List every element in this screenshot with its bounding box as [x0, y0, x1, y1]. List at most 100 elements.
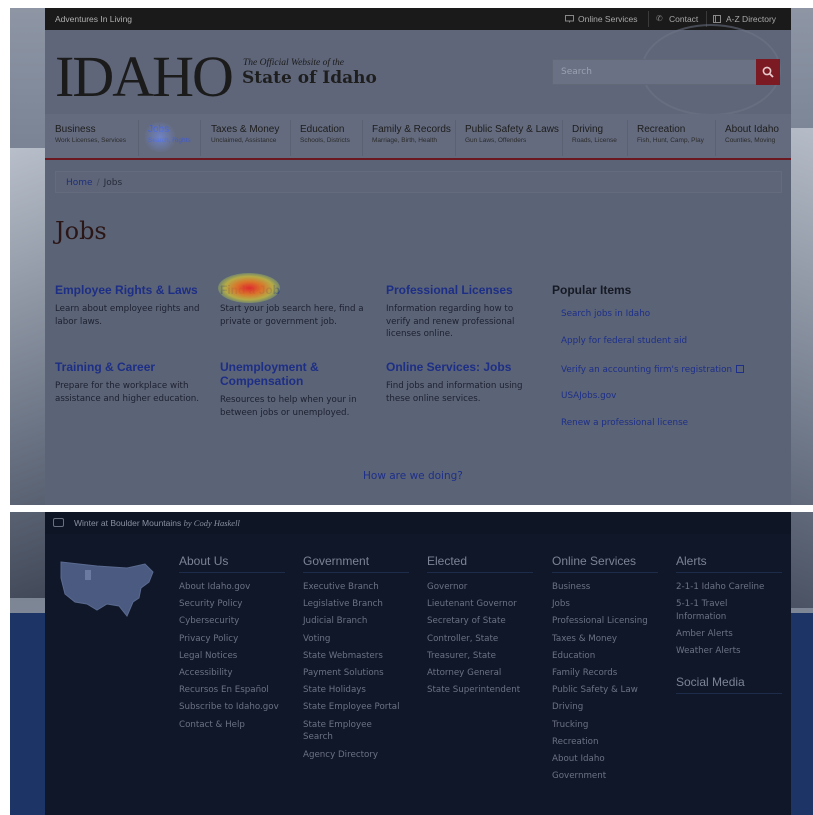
- search-input[interactable]: [553, 60, 733, 84]
- nav-item-taxes[interactable]: Taxes & Money Unclaimed, Assistance: [211, 124, 279, 144]
- popular-link-external[interactable]: Verify an accounting firm's registration: [561, 364, 745, 375]
- footer-link[interactable]: Subscribe to Idaho.gov: [179, 699, 285, 716]
- popular-link[interactable]: USAJobs.gov: [561, 391, 616, 401]
- nav-label: Taxes & Money: [211, 124, 280, 135]
- footer-link[interactable]: Family Records: [552, 665, 658, 682]
- search-icon: [762, 66, 774, 78]
- camera-icon: [53, 518, 64, 527]
- footer-link[interactable]: Taxes & Money: [552, 631, 658, 648]
- divider: [290, 120, 291, 156]
- footer-link[interactable]: Voting: [303, 631, 409, 648]
- footer-link[interactable]: Business: [552, 579, 658, 596]
- nav-label: Education: [300, 124, 345, 135]
- footer-link[interactable]: State Employee Search: [303, 719, 383, 744]
- card-employee-rights: Employee Rights & Laws Learn about emplo…: [55, 283, 205, 328]
- footer-heading: Elected: [427, 554, 533, 573]
- footer-link[interactable]: Legislative Branch: [303, 596, 409, 613]
- footer-link[interactable]: Legal Notices: [179, 648, 285, 665]
- card-title-link[interactable]: Professional Licenses: [386, 283, 536, 297]
- footer-link[interactable]: Treasurer, State: [427, 648, 533, 665]
- footer-col-elected: Elected Governor Lieutenant Governor Sec…: [427, 554, 533, 699]
- caption-title: Winter at Boulder Mountains: [74, 518, 182, 528]
- footer-link[interactable]: Attorney General: [427, 665, 533, 682]
- footer-link[interactable]: State Superintendent: [427, 682, 533, 699]
- footer-link[interactable]: Governor: [427, 579, 533, 596]
- footer-heading-social: Social Media: [676, 675, 782, 694]
- monitor-icon: [565, 15, 574, 23]
- nav-sublabel: Unclaimed, Assistance: [211, 137, 277, 144]
- footer-link[interactable]: About Idaho.gov: [179, 579, 285, 596]
- footer-link[interactable]: Agency Directory: [303, 747, 409, 764]
- online-services-label: Online Services: [578, 14, 638, 24]
- popular-link[interactable]: Renew a professional license: [561, 418, 688, 428]
- footer-link[interactable]: Secretary of State: [427, 613, 533, 630]
- nav-sublabel: Search, Rights: [148, 137, 191, 144]
- breadcrumb-separator: /: [96, 178, 100, 188]
- footer-link[interactable]: Education: [552, 648, 658, 665]
- popular-link[interactable]: Apply for federal student aid: [561, 336, 687, 346]
- nav-label: Jobs: [148, 124, 170, 135]
- footer-link[interactable]: Amber Alerts: [676, 626, 782, 643]
- footer-link[interactable]: Security Policy: [179, 596, 285, 613]
- footer-link[interactable]: Controller, State: [427, 631, 533, 648]
- footer-link[interactable]: Judicial Branch: [303, 613, 409, 630]
- footer-link[interactable]: Contact & Help: [179, 717, 285, 734]
- footer-link[interactable]: Lieutenant Governor: [427, 596, 533, 613]
- footer-link[interactable]: Trucking: [552, 717, 658, 734]
- footer-link[interactable]: Privacy Policy: [179, 631, 285, 648]
- nav-item-driving[interactable]: Driving Roads, License: [572, 124, 617, 144]
- feedback-link[interactable]: How are we doing?: [363, 470, 463, 482]
- card-title-link[interactable]: Find a Job: [220, 283, 370, 297]
- footer-link[interactable]: Weather Alerts: [676, 643, 782, 660]
- nav-sublabel: Work Licenses, Services: [55, 137, 127, 144]
- nav-item-business[interactable]: Business Work Licenses, Services: [55, 124, 126, 144]
- footer-link[interactable]: Government: [552, 768, 658, 785]
- footer-link[interactable]: About Idaho: [552, 751, 658, 768]
- nav-sublabel: Counties, Moving: [725, 137, 776, 144]
- footer-link[interactable]: Driving: [552, 699, 658, 716]
- breadcrumb-home[interactable]: Home: [66, 178, 93, 188]
- footer-link[interactable]: State Webmasters: [303, 648, 409, 665]
- external-link-icon: [736, 365, 745, 373]
- footer-link[interactable]: Jobs: [552, 596, 658, 613]
- card-description: Start your job search here, find a priva…: [220, 304, 364, 327]
- footer-link[interactable]: Cybersecurity: [179, 613, 285, 630]
- footer-link[interactable]: State Employee Portal: [303, 699, 409, 716]
- footer-link[interactable]: Recursos En Español: [179, 682, 285, 699]
- divider: [455, 120, 456, 156]
- card-title-link[interactable]: Unemployment & Compensation: [220, 360, 360, 388]
- nav-item-recreation[interactable]: Recreation Fish, Hunt, Camp, Play: [637, 124, 704, 144]
- card-find-job: Find a Job Start your job search here, f…: [220, 283, 370, 328]
- nav-item-family-records[interactable]: Family & Records Marriage, Birth, Health: [372, 124, 451, 144]
- nav-item-about-idaho[interactable]: About Idaho Counties, Moving: [725, 124, 779, 144]
- footer-link[interactable]: Professional Licensing: [552, 613, 658, 630]
- nav-item-public-safety[interactable]: Public Safety & Laws Gun Laws, Offenders: [465, 124, 559, 144]
- footer-link[interactable]: 5-1-1 Travel Information: [676, 598, 746, 623]
- footer-link[interactable]: Accessibility: [179, 665, 285, 682]
- footer-link[interactable]: Executive Branch: [303, 579, 409, 596]
- popular-items: Popular Items Search jobs in Idaho Apply…: [552, 283, 762, 428]
- footer-link[interactable]: State Holidays: [303, 682, 409, 699]
- card-title-link[interactable]: Online Services: Jobs: [386, 360, 536, 374]
- divider: [627, 120, 628, 156]
- card-description: Prepare for the workplace with assistanc…: [55, 381, 200, 404]
- nav-item-jobs[interactable]: Jobs Search, Rights: [148, 124, 191, 144]
- card-description: Resources to help when your in between j…: [220, 395, 357, 418]
- logo-state-name[interactable]: State of Idaho: [242, 68, 377, 88]
- divider: [138, 120, 139, 156]
- nav-sublabel: Gun Laws, Offenders: [465, 137, 527, 144]
- footer-link[interactable]: Public Safety & Law: [552, 682, 658, 699]
- footer-link[interactable]: Payment Solutions: [303, 665, 409, 682]
- caption-credit: by Cody Haskell: [183, 518, 240, 528]
- site-footer: About Us About Idaho.gov Security Policy…: [45, 534, 791, 815]
- search-button[interactable]: [756, 59, 780, 85]
- idaho-logo[interactable]: IDAHO: [55, 48, 234, 106]
- utility-bar: Adventures In Living Online Services ✆ C…: [45, 8, 791, 30]
- popular-link[interactable]: Search jobs in Idaho: [561, 309, 650, 319]
- footer-link[interactable]: Recreation: [552, 734, 658, 751]
- footer-link[interactable]: 2-1-1 Idaho Careline: [676, 579, 782, 596]
- card-title-link[interactable]: Employee Rights & Laws: [55, 283, 205, 297]
- nav-item-education[interactable]: Education Schools, Districts: [300, 124, 350, 144]
- card-title-link[interactable]: Training & Career: [55, 360, 205, 374]
- online-services-link[interactable]: Online Services: [565, 8, 638, 30]
